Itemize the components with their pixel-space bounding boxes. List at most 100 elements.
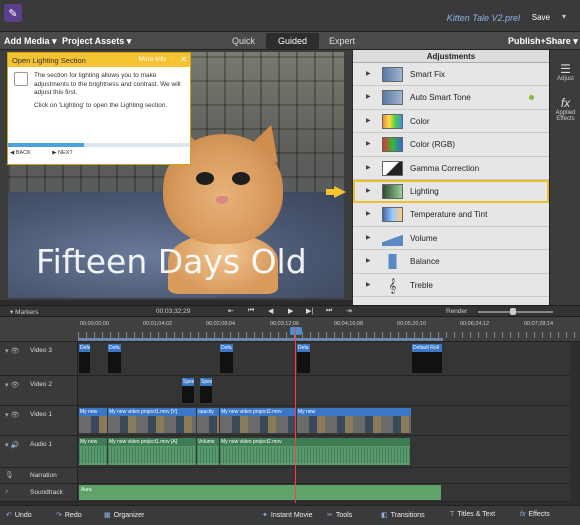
step-back-icon[interactable]: ⇤ — [228, 307, 234, 315]
organizer-button[interactable]: ▦ Organizer — [104, 511, 144, 519]
adjustment-color[interactable]: ▶ Color — [353, 110, 549, 134]
redo-button[interactable]: ↷ Redo — [56, 511, 82, 519]
adjustment-color-rgb[interactable]: ▶ Color (RGB) — [353, 133, 549, 157]
publish-share-menu[interactable]: Publish+Share ▾ — [508, 36, 578, 47]
guided-edit-panel: Open Lighting Section More Info ⚡ ✕ The … — [7, 52, 191, 165]
video-clip[interactable]: My new — [79, 408, 107, 433]
eye-icon[interactable]: ▾ 👁 — [5, 347, 19, 355]
microphone-icon[interactable]: 🎙 — [5, 471, 14, 479]
expand-icon: ▶ — [366, 281, 371, 288]
track-lane[interactable]: Defa Defa Defa Defa Default Roll — [78, 342, 570, 376]
treble-clef-icon: 𝄞 — [388, 277, 397, 293]
frame-forward-icon[interactable]: ▶| — [306, 307, 313, 315]
video-clip[interactable]: My new video project2.mov — [220, 408, 296, 433]
back-button[interactable]: ◀ BACK — [10, 150, 41, 156]
titles-text-button[interactable]: T Titles & Text — [450, 511, 495, 518]
adjustment-temperature-and-tint[interactable]: ▶ Temperature and Tint — [353, 203, 549, 227]
render-button[interactable]: Render — [446, 308, 467, 315]
music-note-icon[interactable]: ♪ — [5, 488, 9, 495]
track-video-1: ▾ 👁 Video 1 My new My new video project1.… — [0, 406, 580, 436]
track-lane[interactable]: Spee Spee — [78, 376, 570, 406]
guide-header: Open Lighting Section More Info ⚡ ✕ — [8, 53, 190, 67]
tab-guided[interactable]: Guided — [266, 33, 320, 49]
current-timecode: 00;03;32;29 — [156, 308, 191, 315]
effects-button[interactable]: fx Effects — [520, 511, 550, 518]
speaker-icon[interactable]: ▾ 🔊 — [5, 441, 19, 449]
step-forward-icon[interactable]: ⇥ — [346, 307, 352, 315]
adjustment-auto-smart-tone[interactable]: ▶ Auto Smart Tone — [353, 86, 549, 110]
video-2-clip[interactable]: Spee — [182, 378, 194, 403]
title-clip[interactable]: Defa — [79, 344, 90, 373]
zoom-slider-knob[interactable] — [510, 308, 516, 315]
ruler-mark: 00;00;00;00 — [80, 321, 110, 327]
expand-icon: ▶ — [366, 164, 371, 171]
playhead-handle[interactable] — [290, 327, 302, 335]
fast-forward-icon[interactable]: ⏭ — [326, 307, 332, 315]
adjustment-lighting[interactable]: ▶ Lighting — [353, 179, 549, 204]
applied-effects-button[interactable]: fx Applied Effects — [550, 96, 580, 122]
track-lane[interactable]: My new My new video project1.mov [A] Vol… — [78, 436, 570, 468]
title-bar: ✎ Kitten Tale V2.prel Save ▾ — [0, 0, 580, 32]
undo-button[interactable]: ↶ Undo — [6, 511, 32, 519]
adjustment-gamma-correction[interactable]: ▶ Gamma Correction — [353, 157, 549, 180]
expand-icon: ▶ — [366, 187, 371, 194]
video-clip[interactable]: opacity — [197, 408, 219, 433]
ruler-mark: 00;02;08;04 — [206, 321, 236, 327]
active-indicator-icon — [529, 95, 534, 101]
soundtrack-clip[interactable]: Aura — [79, 485, 441, 500]
save-button[interactable]: Save — [532, 13, 550, 22]
audio-clip[interactable]: Volume — [197, 438, 219, 465]
tools-button[interactable]: ✂ Tools — [327, 511, 352, 519]
playhead-line[interactable] — [295, 327, 296, 503]
instant-movie-button[interactable]: ✦ Instant Movie — [262, 511, 313, 519]
tab-expert[interactable]: Expert — [317, 33, 367, 49]
eye-icon[interactable]: ▾ 👁 — [5, 381, 19, 389]
frame-back-icon[interactable]: ◀ — [268, 307, 273, 315]
track-header: ♪ Soundtrack — [0, 484, 78, 502]
tab-quick[interactable]: Quick — [220, 33, 267, 49]
work-area-bar[interactable] — [78, 338, 443, 341]
video-clip[interactable]: My new — [297, 408, 411, 433]
color-icon — [382, 113, 403, 129]
video-2-clip[interactable]: Spee — [200, 378, 212, 403]
video-clip[interactable]: My new video project1.mov [V] — [108, 408, 196, 433]
instant-movie-icon: ✦ — [262, 512, 268, 519]
title-clip[interactable]: Defa — [220, 344, 233, 373]
title-clip[interactable]: Default Roll — [412, 344, 442, 373]
adjustment-treble[interactable]: ▶ 𝄞 Treble — [353, 274, 549, 297]
eye-icon[interactable]: ▾ 👁 — [5, 411, 19, 419]
add-media-menu[interactable]: Add Media ▾ — [4, 36, 57, 47]
organizer-icon: ▦ — [104, 512, 111, 519]
transitions-button[interactable]: ◧ Transitions — [381, 511, 425, 519]
title-clip[interactable]: Defa — [108, 344, 121, 373]
audio-clip[interactable]: My new video project2.mov — [220, 438, 410, 465]
rewind-icon[interactable]: ⏮ — [248, 307, 254, 315]
app-window: ✎ Kitten Tale V2.prel Save ▾ Add Media ▾… — [0, 0, 580, 525]
balance-icon — [382, 254, 403, 270]
hint-arrow-icon — [326, 186, 346, 198]
track-narration: 🎙 Narration — [0, 468, 580, 484]
track-lane[interactable]: My new My new video project1.mov [V] opa… — [78, 406, 570, 436]
redo-icon: ↷ — [56, 512, 62, 519]
markers-menu[interactable]: ▾ Markers — [10, 308, 39, 316]
track-lane[interactable]: Aura — [78, 484, 570, 502]
audio-clip[interactable]: My new — [79, 438, 107, 465]
pin-icon[interactable]: ⚡ — [169, 55, 178, 63]
adjustments-panel: Adjustments ▶ Smart Fix ▶ Auto Smart Tone … — [353, 50, 549, 305]
play-icon[interactable]: ▶ — [288, 307, 293, 315]
title-clip[interactable]: Defa — [297, 344, 310, 373]
expand-icon: ▶ — [366, 211, 371, 218]
more-info-link[interactable]: More Info — [139, 56, 166, 63]
next-button[interactable]: ▶ NEXT — [52, 150, 82, 156]
adjustment-volume[interactable]: ▶ Volume — [353, 227, 549, 251]
audio-clip[interactable]: My new video project1.mov [A] — [108, 438, 196, 465]
adjust-button[interactable]: ☰ Adjust — [550, 62, 580, 82]
temperature-icon — [382, 207, 403, 223]
track-lane[interactable] — [78, 468, 570, 484]
ruler-mark: 00;05;20;10 — [397, 321, 427, 327]
close-icon[interactable]: ✕ — [180, 55, 187, 64]
adjustment-balance[interactable]: ▶ Balance — [353, 250, 549, 274]
save-menu-icon[interactable]: ▾ — [562, 12, 566, 21]
project-assets-menu[interactable]: Project Assets ▾ — [62, 36, 131, 47]
adjustment-smart-fix[interactable]: ▶ Smart Fix — [353, 63, 549, 87]
